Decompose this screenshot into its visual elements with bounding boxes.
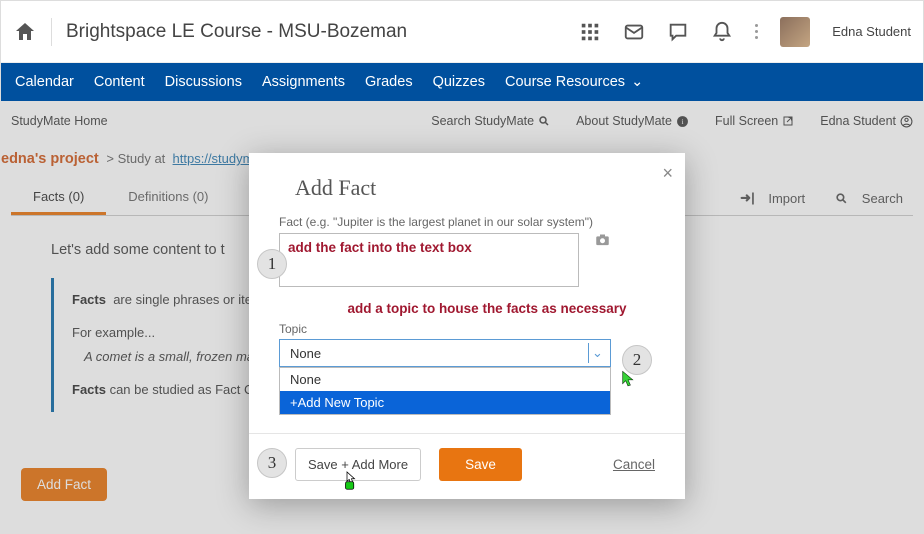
nav-grades[interactable]: Grades <box>365 74 413 90</box>
chat-icon[interactable] <box>667 21 689 43</box>
nav-discussions[interactable]: Discussions <box>165 74 242 90</box>
topbar: Brightspace LE Course - MSU-Bozeman Edna… <box>1 1 923 63</box>
avatar[interactable] <box>780 17 810 47</box>
step-badge-3: 3 <box>257 448 287 478</box>
user-name-label[interactable]: Edna Student <box>832 24 911 39</box>
chevron-down-icon: ⌄ <box>588 343 606 363</box>
apps-grid-icon[interactable] <box>579 21 601 43</box>
nav-course-resources[interactable]: Course Resources ⌄ <box>505 74 643 90</box>
topic-selected-value: None <box>290 346 321 361</box>
step-badge-1: 1 <box>257 249 287 279</box>
fact-field-label: Fact (e.g. "Jupiter is the largest plane… <box>279 215 655 229</box>
topic-option-add-new[interactable]: +Add New Topic <box>280 391 610 414</box>
topic-select[interactable]: None ⌄ <box>279 339 611 367</box>
bell-icon[interactable] <box>711 21 733 43</box>
more-icon[interactable] <box>755 24 758 39</box>
topic-field-label: Topic <box>279 322 655 336</box>
course-navbar: Calendar Content Discussions Assignments… <box>1 63 923 101</box>
save-button[interactable]: Save <box>439 448 522 481</box>
home-icon[interactable] <box>13 20 37 44</box>
step-badge-2: 2 <box>622 345 652 375</box>
page-body: StudyMate Home Search StudyMate About St… <box>1 101 923 533</box>
camera-icon[interactable] <box>595 233 610 246</box>
modal-footer: Save + Add More Save Cancel <box>249 433 685 499</box>
nav-assignments[interactable]: Assignments <box>262 74 345 90</box>
fact-textarea[interactable]: add the fact into the text box <box>279 233 579 287</box>
divider <box>51 18 52 46</box>
modal-title: Add Fact <box>249 153 685 215</box>
add-fact-modal: × Add Fact Fact (e.g. "Jupiter is the la… <box>249 153 685 499</box>
nav-calendar[interactable]: Calendar <box>15 74 74 90</box>
course-title[interactable]: Brightspace LE Course - MSU-Bozeman <box>66 21 579 43</box>
save-add-more-button[interactable]: Save + Add More <box>295 448 421 481</box>
close-icon[interactable]: × <box>662 163 673 184</box>
mail-icon[interactable] <box>623 21 645 43</box>
nav-content[interactable]: Content <box>94 74 145 90</box>
annotation-1: add the fact into the text box <box>288 240 472 255</box>
nav-quizzes[interactable]: Quizzes <box>433 74 485 90</box>
topic-option-none[interactable]: None <box>280 368 610 391</box>
cancel-link[interactable]: Cancel <box>613 457 655 472</box>
annotation-2: add a topic to house the facts as necess… <box>319 301 655 316</box>
topic-dropdown: None +Add New Topic <box>279 367 611 415</box>
